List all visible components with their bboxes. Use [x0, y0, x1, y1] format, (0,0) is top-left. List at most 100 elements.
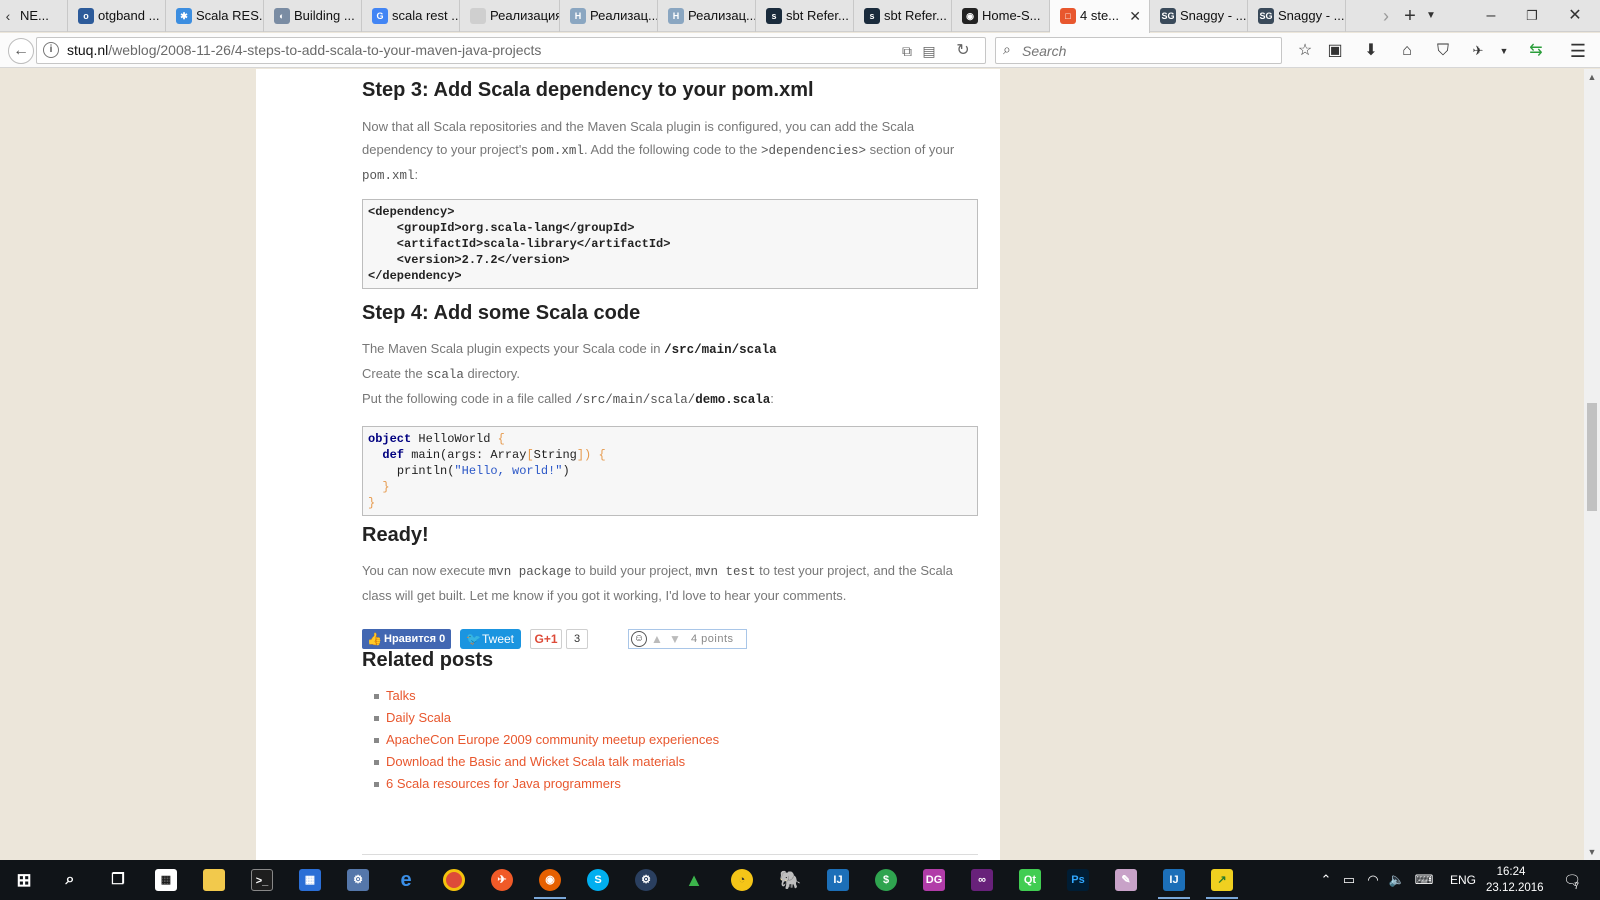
- bookmarks-menu-icon[interactable]: ▣: [1323, 39, 1347, 63]
- addon-dropdown-icon[interactable]: ▼: [1492, 39, 1516, 63]
- reader-view-icon[interactable]: ▤: [919, 41, 939, 61]
- home-icon[interactable]: ⌂: [1395, 39, 1419, 63]
- intellij-icon[interactable]: IJ: [818, 864, 858, 896]
- site-info-icon[interactable]: i: [43, 42, 59, 58]
- related-post-link[interactable]: ApacheCon Europe 2009 community meetup e…: [374, 729, 719, 751]
- page-scrollbar[interactable]: ▲ ▼: [1584, 69, 1600, 860]
- skype-icon[interactable]: S: [578, 864, 618, 896]
- browser-tab[interactable]: ◐ Building ...: [264, 0, 362, 32]
- url-text[interactable]: stuq.nl/weblog/2008-11-26/4-steps-to-add…: [67, 38, 541, 63]
- step4-line2-code: scala: [426, 368, 464, 382]
- calendar-app-icon[interactable]: ▦: [290, 864, 330, 896]
- steam-icon[interactable]: ⚙: [626, 864, 666, 896]
- rocket-app-icon[interactable]: ✈: [482, 864, 522, 896]
- datagrip-icon[interactable]: DG: [914, 864, 954, 896]
- tab-title: Building ...: [294, 8, 355, 23]
- browser-tab[interactable]: ✱ Scala RES...: [166, 0, 264, 32]
- photoshop-icon[interactable]: Ps: [1058, 864, 1098, 896]
- step4-line3-code-b: demo.scala: [695, 393, 771, 407]
- code-line: <artifactId>scala-library</artifactId>: [368, 237, 671, 251]
- tab-list-dropdown-icon[interactable]: ▼: [1421, 0, 1441, 32]
- duck-app-icon[interactable]: ◔: [722, 864, 762, 896]
- postgres-icon[interactable]: 🐘: [770, 864, 810, 896]
- tab-title: Scala RES...: [196, 8, 264, 23]
- qt-creator-icon[interactable]: Qt: [1010, 864, 1050, 896]
- battery-icon[interactable]: ▭: [1340, 860, 1358, 900]
- edge-browser-icon[interactable]: e: [386, 864, 426, 896]
- scroll-up-arrow-icon[interactable]: ▲: [1584, 69, 1600, 85]
- money-app-icon[interactable]: $: [866, 864, 906, 896]
- browser-tab[interactable]: NE...: [16, 0, 68, 32]
- sync-arrows-icon[interactable]: ⇆: [1524, 39, 1548, 63]
- browser-tab[interactable]: SG Snaggy - ...: [1248, 0, 1346, 32]
- screenshot-icon[interactable]: ⧉: [897, 41, 917, 61]
- network-tool-icon[interactable]: ⚙: [338, 864, 378, 896]
- browser-tab[interactable]: s sbt Refer...: [854, 0, 952, 32]
- system-clock[interactable]: 16:24 23.12.2016: [1486, 864, 1544, 896]
- related-post-link[interactable]: Talks: [374, 685, 719, 707]
- store-icon[interactable]: ▦: [146, 864, 186, 896]
- browser-tab[interactable]: H Реализац...: [560, 0, 658, 32]
- browser-tab[interactable]: Gscala rest ...: [362, 0, 460, 32]
- new-tab-button[interactable]: +: [1399, 0, 1421, 32]
- tweet-button[interactable]: 🐦 Tweet: [460, 629, 521, 649]
- feather-app-icon[interactable]: ✎: [1106, 864, 1146, 896]
- reddit-alien-icon[interactable]: ☺: [631, 631, 647, 647]
- reload-icon[interactable]: ↻: [953, 41, 973, 61]
- google-plus-button[interactable]: G+1: [530, 629, 562, 649]
- tree-app-icon[interactable]: ▲: [674, 864, 714, 896]
- search-input[interactable]: [1022, 40, 1272, 61]
- volume-icon[interactable]: 🔈: [1388, 860, 1406, 900]
- intellij-running-icon[interactable]: IJ: [1154, 864, 1194, 899]
- search-bar[interactable]: ⌕: [995, 37, 1282, 64]
- bookmark-star-icon[interactable]: ☆: [1293, 39, 1317, 63]
- browser-tab[interactable]: H Реализац...: [658, 0, 756, 32]
- browser-tab[interactable]: □ 4 ste... ✕: [1050, 0, 1150, 33]
- github-favicon: ◉: [962, 8, 978, 24]
- tray-overflow-icon[interactable]: ⌃: [1318, 860, 1334, 900]
- tab-scroll-left-icon[interactable]: ‹: [0, 0, 16, 32]
- task-view-icon[interactable]: ❐: [98, 864, 138, 896]
- sbt-favicon: s: [864, 8, 880, 24]
- related-post-link[interactable]: Daily Scala: [374, 707, 719, 729]
- step3-code-dependencies: >dependencies>: [761, 144, 867, 158]
- browser-tab[interactable]: SG Snaggy - ...: [1150, 0, 1248, 32]
- tab-scroll-right-icon[interactable]: ›: [1376, 0, 1396, 32]
- terminal-icon[interactable]: >_: [242, 864, 282, 896]
- downloads-icon[interactable]: ⬇: [1359, 39, 1383, 63]
- browser-tab[interactable]: Реализация ...: [460, 0, 560, 32]
- search-taskbar-icon[interactable]: ⌕: [50, 864, 90, 896]
- restore-button[interactable]: ❐: [1517, 0, 1547, 32]
- back-button[interactable]: ←: [8, 38, 34, 64]
- windows-start-icon[interactable]: ⊞: [4, 864, 44, 896]
- tab-title: Snaggy - ...: [1180, 8, 1247, 23]
- browser-tab[interactable]: o otgband ...: [68, 0, 166, 32]
- scroll-down-arrow-icon[interactable]: ▼: [1584, 844, 1600, 860]
- visual-studio-icon[interactable]: ∞: [962, 864, 1002, 896]
- chart-app-icon[interactable]: ↗: [1202, 864, 1242, 899]
- facebook-like-button[interactable]: 👍 Нравится 0: [362, 629, 451, 649]
- reddit-downvote-icon[interactable]: ▼: [669, 630, 681, 648]
- url-bar[interactable]: i stuq.nl/weblog/2008-11-26/4-steps-to-a…: [36, 37, 986, 64]
- related-post-link[interactable]: 6 Scala resources for Java programmers: [374, 773, 719, 795]
- related-post-link[interactable]: Download the Basic and Wicket Scala talk…: [374, 751, 719, 773]
- tab-title: 4 ste...: [1080, 8, 1120, 23]
- wifi-icon[interactable]: ◠: [1364, 860, 1382, 900]
- browser-tab[interactable]: ◉ Home-S...: [952, 0, 1050, 32]
- minimize-button[interactable]: –: [1476, 0, 1506, 32]
- keyboard-icon[interactable]: ⌨: [1412, 860, 1436, 900]
- clock-time: 16:24: [1496, 866, 1526, 878]
- browser-tab[interactable]: s sbt Refer...: [756, 0, 854, 32]
- chrome-icon[interactable]: [434, 864, 474, 896]
- close-window-button[interactable]: ✕: [1560, 0, 1590, 32]
- language-indicator[interactable]: ENG: [1448, 860, 1478, 900]
- notifications-center-icon[interactable]: 🗨 7: [1552, 860, 1592, 900]
- addon-icon[interactable]: ✈: [1466, 39, 1490, 63]
- pocket-icon[interactable]: ⛉: [1431, 39, 1455, 63]
- close-tab-icon[interactable]: ✕: [1129, 0, 1141, 32]
- file-explorer-icon[interactable]: [194, 864, 234, 896]
- menu-hamburger-icon[interactable]: ☰: [1566, 39, 1590, 63]
- firefox-icon[interactable]: ◉: [530, 864, 570, 899]
- scrollbar-thumb[interactable]: [1587, 403, 1597, 511]
- reddit-upvote-icon[interactable]: ▲: [651, 630, 663, 648]
